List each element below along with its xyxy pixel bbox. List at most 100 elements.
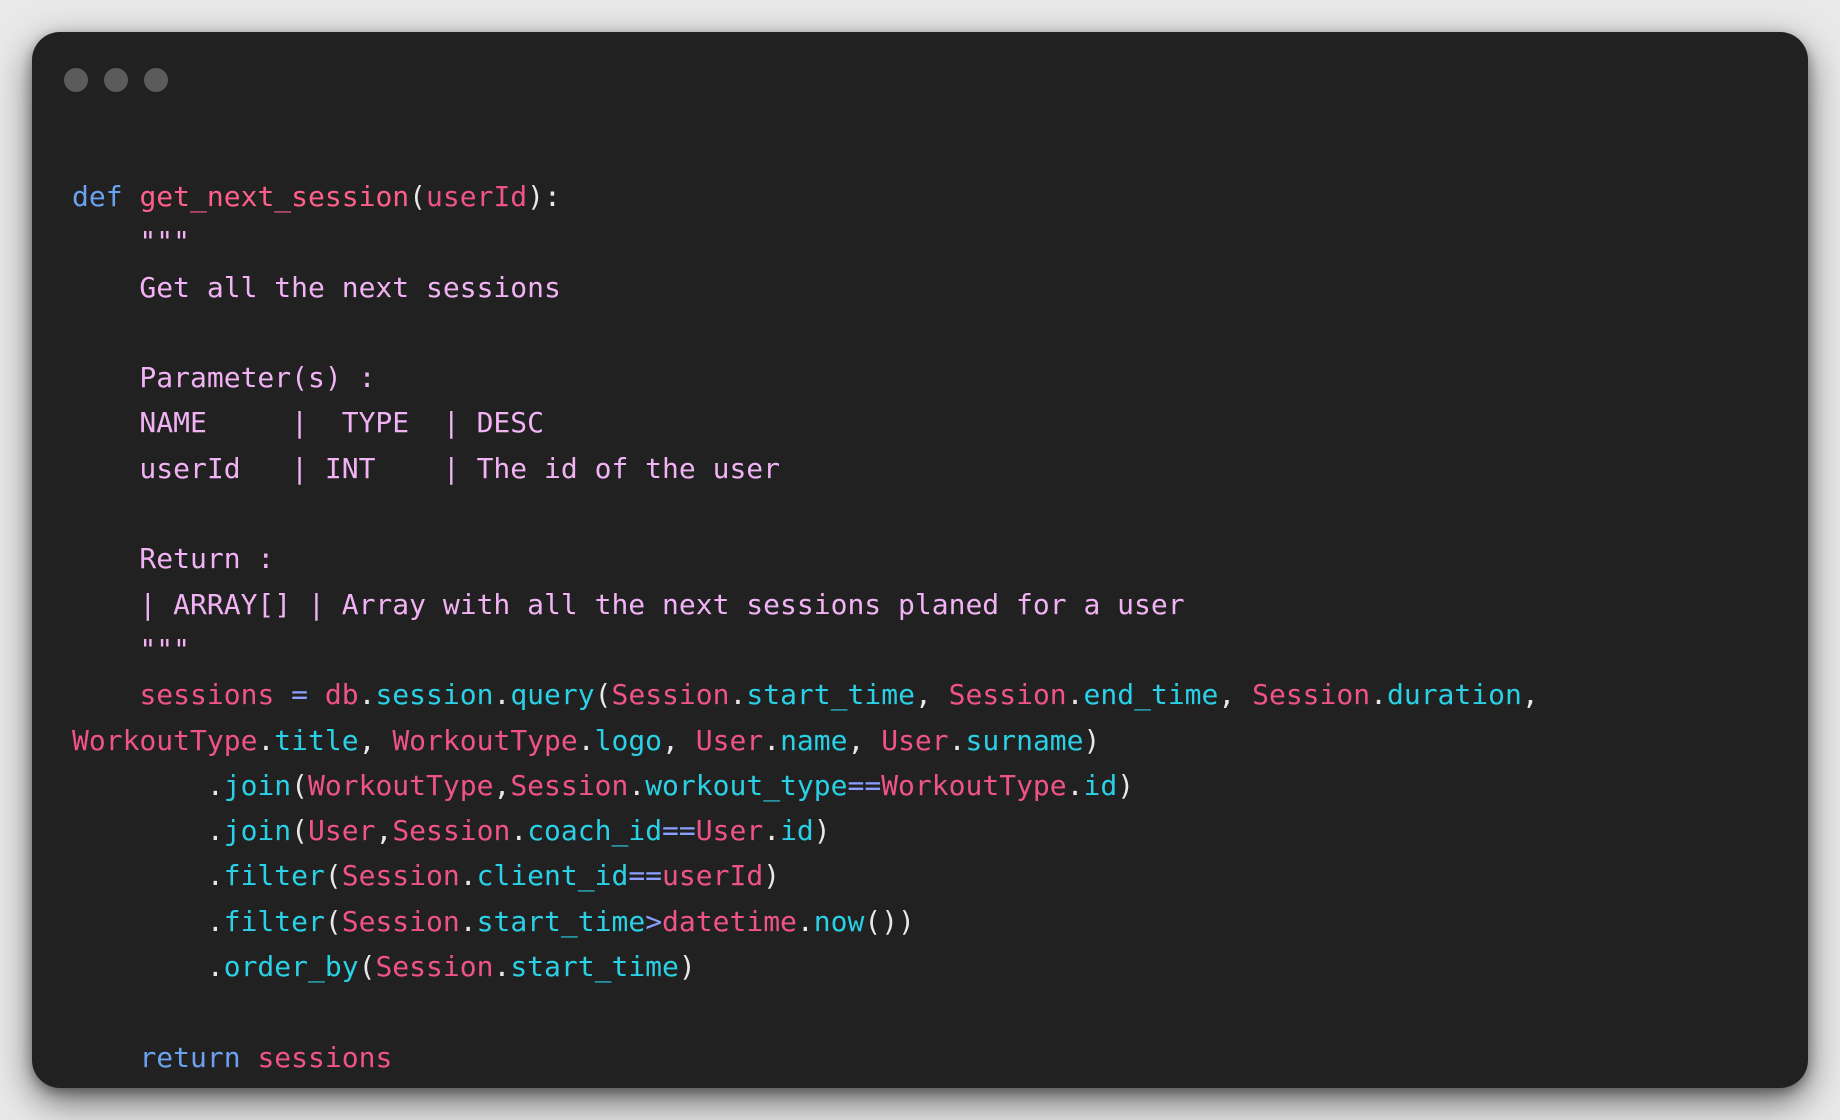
code-token: query <box>510 678 595 712</box>
code-token: start_time <box>510 950 679 984</box>
code-token: ( <box>358 950 376 984</box>
code-token: User <box>308 814 376 848</box>
code-token: ) <box>1117 768 1135 802</box>
code-token: ): <box>527 180 561 213</box>
code-token: ( <box>324 904 342 938</box>
code-line: Parameter(s) : <box>72 355 1539 400</box>
code-token: . <box>1370 678 1387 712</box>
code-line: .join(User,Session.coach_id==User.id) <box>72 808 1539 853</box>
code-token: . <box>493 950 511 984</box>
code-token: WorkoutType <box>72 723 258 757</box>
code-token: duration <box>1386 678 1522 712</box>
code-token: Session <box>392 814 511 848</box>
code-token: Session <box>1252 678 1371 712</box>
code-token: , <box>493 768 511 802</box>
code-token: coach_id <box>527 814 663 848</box>
code-line: sessions = db.session.query(Session.star… <box>72 672 1538 717</box>
minimize-dot-icon[interactable] <box>104 68 128 92</box>
code-token: . <box>763 814 781 848</box>
code-line: NAME | TYPE | DESC <box>72 400 1539 445</box>
code-line: .order_by(Session.start_time) <box>72 944 1539 989</box>
code-token: . <box>493 678 511 712</box>
code-token: . <box>257 723 275 757</box>
code-token: . <box>763 723 781 757</box>
code-token: ()) <box>864 904 915 938</box>
code-token: . <box>358 678 376 712</box>
code-token: User <box>881 723 949 757</box>
code-token: filter <box>223 859 325 893</box>
code-token: session <box>375 678 494 712</box>
code-token: ( <box>291 814 309 848</box>
code-token: def <box>72 180 123 213</box>
code-token: userId <box>662 859 764 893</box>
code-line: .join(WorkoutType,Session.workout_type==… <box>72 763 1539 808</box>
code-line: Return : <box>72 536 1539 581</box>
code-token: Session <box>948 678 1067 712</box>
code-token: filter <box>223 904 325 938</box>
window-titlebar <box>32 32 1808 128</box>
code-token: == <box>628 859 663 893</box>
code-block: def get_next_session(userId): """ Get al… <box>72 174 1539 1080</box>
code-token: , <box>358 723 393 757</box>
code-token: userId <box>426 180 528 213</box>
code-token: . <box>72 814 224 848</box>
code-token: ) <box>1083 723 1101 757</box>
code-token: . <box>459 904 477 938</box>
code-token: ( <box>594 678 612 712</box>
code-token: ) <box>763 859 781 893</box>
code-line: return sessions <box>72 1035 1539 1080</box>
code-token: join <box>223 768 292 802</box>
code-token: """ <box>72 225 191 259</box>
code-token: . <box>796 904 814 938</box>
code-token: end_time <box>1083 678 1219 712</box>
code-token: datetime <box>662 904 797 938</box>
close-dot-icon[interactable] <box>64 68 88 92</box>
code-token: now <box>813 904 865 938</box>
code-token: ( <box>324 859 342 893</box>
code-token: name <box>780 723 848 757</box>
code-token: Session <box>611 678 730 712</box>
code-line: """ <box>72 627 1539 672</box>
code-token: NAME | TYPE | DESC <box>72 406 545 440</box>
code-token: . <box>510 814 528 848</box>
code-line: Get all the next sessions <box>72 265 1539 310</box>
code-token: = <box>291 678 309 712</box>
code-token: id <box>780 814 814 848</box>
code-line: WorkoutType.title, WorkoutType.logo, Use… <box>72 718 1539 763</box>
code-token: | ARRAY[] | Array with all the next sess… <box>72 587 1185 621</box>
code-token: order_by <box>223 950 359 984</box>
code-token: join <box>223 814 292 848</box>
code-token: sessions <box>139 678 275 712</box>
code-token: . <box>72 950 224 984</box>
code-token: surname <box>965 723 1084 757</box>
maximize-dot-icon[interactable] <box>144 68 168 92</box>
code-token: Session <box>341 904 460 938</box>
code-line: userId | INT | The id of the user <box>72 446 1539 491</box>
code-token: . <box>948 723 966 757</box>
code-token: WorkoutType <box>881 768 1067 802</box>
code-token: ( <box>409 180 427 213</box>
code-window: def get_next_session(userId): """ Get al… <box>32 32 1808 1088</box>
code-token: start_time <box>746 678 915 712</box>
code-token: id <box>1083 768 1118 802</box>
code-token: . <box>729 678 747 712</box>
code-line: """ <box>72 219 1539 264</box>
code-line: .filter(Session.client_id==userId) <box>72 853 1539 898</box>
code-token: db <box>324 678 359 712</box>
code-token: Session <box>341 859 460 893</box>
code-token: client_id <box>476 859 629 893</box>
code-token: , <box>847 723 882 757</box>
code-token: Session <box>510 768 629 802</box>
code-token: , <box>914 678 949 712</box>
code-token: ) <box>678 950 696 984</box>
code-token: Return : <box>72 542 275 576</box>
code-token: . <box>459 859 477 893</box>
code-token: WorkoutType <box>308 768 494 802</box>
code-token: , <box>662 723 696 757</box>
code-token: . <box>72 768 224 802</box>
